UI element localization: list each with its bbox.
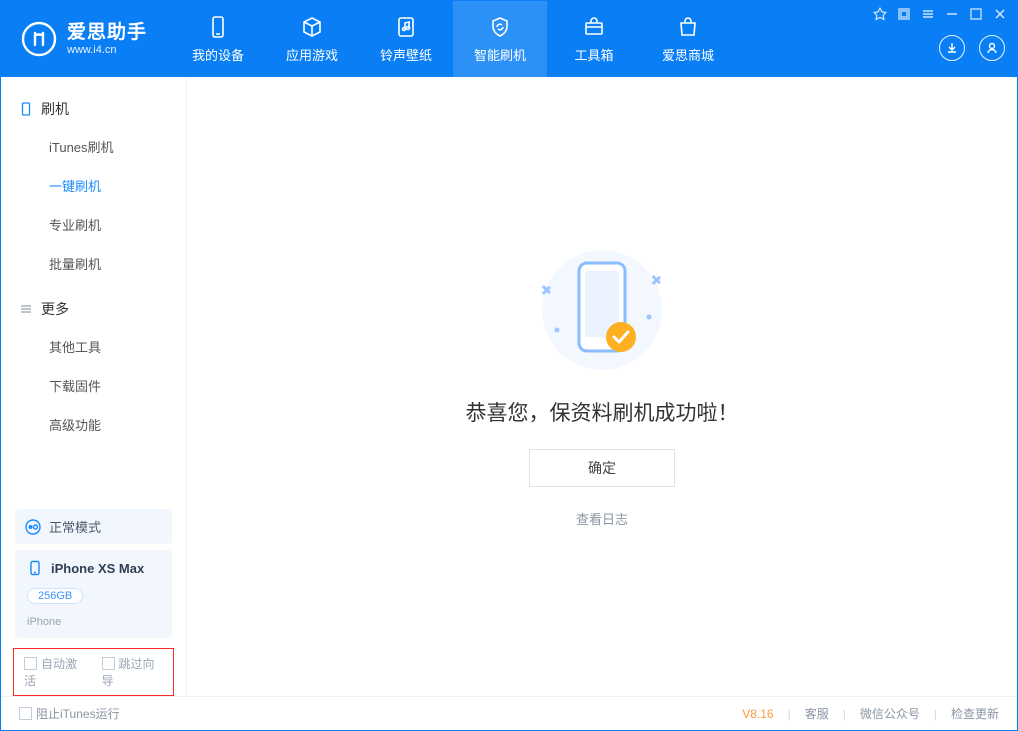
device-name: iPhone XS Max: [51, 561, 144, 576]
list-icon: [19, 302, 33, 316]
flash-options-row: 自动激活 跳过向导: [13, 648, 174, 696]
brand-logo[interactable]: 爱思助手 www.i4.cn: [21, 21, 147, 57]
menu-icon[interactable]: [921, 7, 935, 21]
nav-label: 我的设备: [192, 45, 244, 64]
device-icon: [27, 560, 43, 576]
nav-my-device[interactable]: 我的设备: [171, 1, 265, 77]
nav-label: 应用游戏: [286, 45, 338, 64]
toolbox-icon: [582, 15, 606, 39]
sidebar-group-title: 更多: [41, 299, 69, 319]
nav-label: 智能刷机: [474, 45, 526, 64]
device-mode-box[interactable]: 正常模式: [15, 509, 172, 544]
support-link[interactable]: 客服: [805, 705, 829, 722]
music-icon: [394, 15, 418, 39]
phone-small-icon: [19, 102, 33, 116]
body: 刷机 iTunes刷机 一键刷机 专业刷机 批量刷机 更多 其他工具 下载固件 …: [1, 77, 1017, 696]
nav-label: 爱思商城: [662, 45, 714, 64]
theme-icon[interactable]: [873, 7, 887, 21]
user-icon: [985, 41, 999, 55]
titlebar: 爱思助手 www.i4.cn 我的设备 应用游戏 铃声壁纸 智能刷机 工具箱 爱…: [1, 1, 1017, 77]
nav-apps[interactable]: 应用游戏: [265, 1, 359, 77]
close-icon[interactable]: [993, 7, 1007, 21]
nav-toolbox[interactable]: 工具箱: [547, 1, 641, 77]
account-button[interactable]: [979, 35, 1005, 61]
device-type: iPhone: [27, 616, 61, 628]
window-controls: [873, 7, 1007, 21]
device-info-box[interactable]: iPhone XS Max 256GB iPhone: [15, 550, 172, 638]
download-icon: [945, 41, 959, 55]
sidebar-group-title: 刷机: [41, 99, 69, 119]
sidebar-item-other-tools[interactable]: 其他工具: [1, 327, 186, 366]
device-capacity: 256GB: [27, 588, 83, 604]
store-icon: [676, 15, 700, 39]
nav-smart-flash[interactable]: 智能刷机: [453, 1, 547, 77]
brand-name: 爱思助手: [67, 22, 147, 44]
nav-label: 工具箱: [575, 45, 614, 64]
success-message: 恭喜您，保资料刷机成功啦！: [466, 397, 739, 427]
sidebar-item-oneclick-flash[interactable]: 一键刷机: [1, 166, 186, 205]
sidebar-item-advanced[interactable]: 高级功能: [1, 405, 186, 444]
version-label: V8.16: [742, 707, 773, 721]
normal-mode-icon: [25, 519, 41, 535]
cube-icon: [300, 15, 324, 39]
device-area: 正常模式 iPhone XS Max 256GB iPhone 自动激活 跳过向…: [1, 503, 186, 696]
sidebar-group-flash: 刷机: [1, 91, 186, 127]
skin-icon[interactable]: [897, 7, 911, 21]
auto-activate-checkbox[interactable]: 自动激活: [24, 655, 86, 689]
success-illustration: [507, 245, 697, 375]
sidebar: 刷机 iTunes刷机 一键刷机 专业刷机 批量刷机 更多 其他工具 下载固件 …: [1, 77, 187, 696]
statusbar: 阻止iTunes运行 V8.16 | 客服 | 微信公众号 | 检查更新: [1, 696, 1017, 730]
top-nav: 我的设备 应用游戏 铃声壁纸 智能刷机 工具箱 爱思商城: [171, 1, 735, 77]
wechat-link[interactable]: 微信公众号: [860, 705, 920, 722]
nav-label: 铃声壁纸: [380, 45, 432, 64]
maximize-icon[interactable]: [969, 7, 983, 21]
nav-store[interactable]: 爱思商城: [641, 1, 735, 77]
view-log-link[interactable]: 查看日志: [576, 509, 628, 528]
skip-guide-checkbox[interactable]: 跳过向导: [102, 655, 164, 689]
sidebar-item-download-fw[interactable]: 下载固件: [1, 366, 186, 405]
shield-refresh-icon: [488, 15, 512, 39]
check-update-link[interactable]: 检查更新: [951, 705, 999, 722]
sidebar-item-itunes-flash[interactable]: iTunes刷机: [1, 127, 186, 166]
logo-icon: [21, 21, 57, 57]
download-button[interactable]: [939, 35, 965, 61]
block-itunes-checkbox[interactable]: 阻止iTunes运行: [19, 705, 120, 722]
sidebar-item-batch-flash[interactable]: 批量刷机: [1, 244, 186, 283]
phone-icon: [206, 15, 230, 39]
header-right: [939, 17, 1005, 61]
brand-text: 爱思助手 www.i4.cn: [67, 22, 147, 56]
sidebar-group-more: 更多: [1, 291, 186, 327]
brand-url: www.i4.cn: [67, 44, 147, 57]
minimize-icon[interactable]: [945, 7, 959, 21]
content-pane: 恭喜您，保资料刷机成功啦！ 确定 查看日志: [187, 77, 1017, 696]
sidebar-item-pro-flash[interactable]: 专业刷机: [1, 205, 186, 244]
device-mode-label: 正常模式: [49, 517, 101, 536]
nav-ringtones[interactable]: 铃声壁纸: [359, 1, 453, 77]
ok-button[interactable]: 确定: [529, 449, 675, 487]
